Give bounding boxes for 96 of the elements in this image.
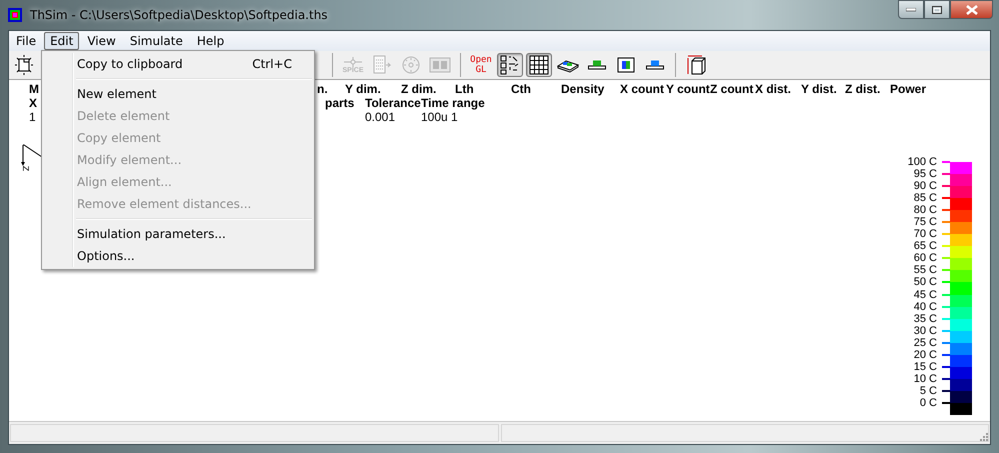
scale-tick xyxy=(942,402,950,404)
scale-tick xyxy=(942,390,950,392)
column-header: Density xyxy=(561,82,604,96)
scale-tick xyxy=(942,161,950,164)
scale-tick xyxy=(942,318,950,320)
pattern-icon xyxy=(499,54,521,76)
scale-label: 50 C xyxy=(912,276,937,288)
scale-tick xyxy=(942,233,950,236)
scale-label: 55 C xyxy=(912,264,937,276)
scale-tick xyxy=(942,354,950,356)
cube-icon xyxy=(685,54,707,76)
menu-item[interactable]: Help xyxy=(190,32,230,50)
axis-label: Z xyxy=(21,166,30,172)
scale-tick xyxy=(942,378,950,380)
window-title: ThSim - C:\Users\Softpedia\Desktop\Softpedia.ths xyxy=(30,8,329,22)
scale-tick xyxy=(942,245,950,248)
maximize-button[interactable] xyxy=(924,0,950,19)
scale-label: 85 C xyxy=(912,192,937,204)
scale-tick xyxy=(942,173,950,176)
scale-label: 65 C xyxy=(912,240,937,252)
table-cell: 0.001 xyxy=(365,110,396,124)
table-cell: 100u 1 xyxy=(421,110,458,124)
maximize-icon xyxy=(932,6,942,14)
grid-icon xyxy=(528,54,550,76)
column-header: Y dist. xyxy=(801,82,837,96)
menu-item[interactable]: File xyxy=(10,32,42,50)
scale-label: 70 C xyxy=(912,228,937,240)
minimize-icon xyxy=(906,8,916,12)
menu-item[interactable]: Simulation parameters... xyxy=(44,223,312,245)
column-header: Tolerance xyxy=(365,96,421,110)
close-icon xyxy=(966,4,978,14)
column-header: X count xyxy=(620,82,664,96)
column-header: parts xyxy=(325,96,354,110)
column-header: Cth xyxy=(511,82,531,96)
column-header: Z count xyxy=(710,82,754,96)
column-header: Power xyxy=(890,82,926,96)
scale-label: 5 C xyxy=(918,384,937,397)
scale-label: 95 C xyxy=(912,168,937,180)
scale-tick xyxy=(942,209,950,212)
scale-label: 25 C xyxy=(912,336,937,349)
shortcut-label: Ctrl+C xyxy=(252,57,292,71)
toolbar-button[interactable] xyxy=(526,53,552,77)
scale-tick xyxy=(942,342,950,344)
scale-tick xyxy=(942,221,950,224)
scale-tick xyxy=(942,294,950,296)
scale-label: 40 C xyxy=(912,300,937,313)
resize-grip-icon xyxy=(978,431,988,441)
column-header: Z dist. xyxy=(845,82,880,96)
block-icon xyxy=(588,60,606,70)
scale-label: 80 C xyxy=(912,204,937,216)
plate-icon xyxy=(646,60,664,70)
menu-item[interactable]: New element xyxy=(44,83,312,105)
scale-label: 30 C xyxy=(912,324,937,337)
minimize-button[interactable] xyxy=(898,0,924,19)
axis-drawing xyxy=(21,144,42,166)
scale-tick xyxy=(942,281,950,284)
scale-tick xyxy=(942,197,950,200)
column-header: X dist. xyxy=(755,82,792,96)
scale-label: 60 C xyxy=(912,252,937,264)
menu-item[interactable]: View xyxy=(81,32,122,50)
column-header: Lth xyxy=(455,82,474,96)
menu-item[interactable]: Options... xyxy=(44,245,312,267)
scale-label: 0 C xyxy=(918,396,937,409)
column-header: Time range xyxy=(421,96,485,110)
column-header: n. xyxy=(317,82,328,96)
menu-item[interactable]: Simulate xyxy=(124,32,189,50)
circuit-icon xyxy=(342,56,364,66)
scale-label: 20 C xyxy=(912,348,937,361)
scale-label: 10 C xyxy=(912,372,937,385)
scale-tick xyxy=(942,330,950,332)
column-header: Y count xyxy=(666,82,710,96)
close-button[interactable] xyxy=(950,0,993,19)
scale-tick xyxy=(942,306,950,308)
list-arrow-icon xyxy=(371,54,393,76)
scale-label: 75 C xyxy=(912,216,937,228)
scale-tick xyxy=(942,269,950,272)
column-header: Z dim. xyxy=(401,82,436,96)
scale-label: 90 C xyxy=(912,180,937,192)
menu-item[interactable]: Edit xyxy=(44,32,80,50)
new-file-icon xyxy=(13,54,35,76)
scale-tick xyxy=(942,366,950,368)
scale-tick xyxy=(942,185,950,188)
column-header: X xyxy=(29,96,38,110)
toolbar-button[interactable] xyxy=(497,53,523,77)
scale-label: 35 C xyxy=(912,312,937,325)
scale-label: 15 C xyxy=(912,360,937,373)
app-icon xyxy=(8,8,22,22)
scale-label: 45 C xyxy=(912,288,937,301)
scale-tick xyxy=(942,257,950,260)
table-cell: 1 xyxy=(29,110,36,124)
menu-item-label[interactable]: Copy to clipboard xyxy=(77,57,252,71)
column-header: M xyxy=(29,82,39,96)
dial-icon xyxy=(400,54,422,76)
opengl-button[interactable]: Open GL xyxy=(468,53,494,77)
column-header: Y dim. xyxy=(345,82,381,96)
scale-label: 100 C xyxy=(906,156,937,168)
